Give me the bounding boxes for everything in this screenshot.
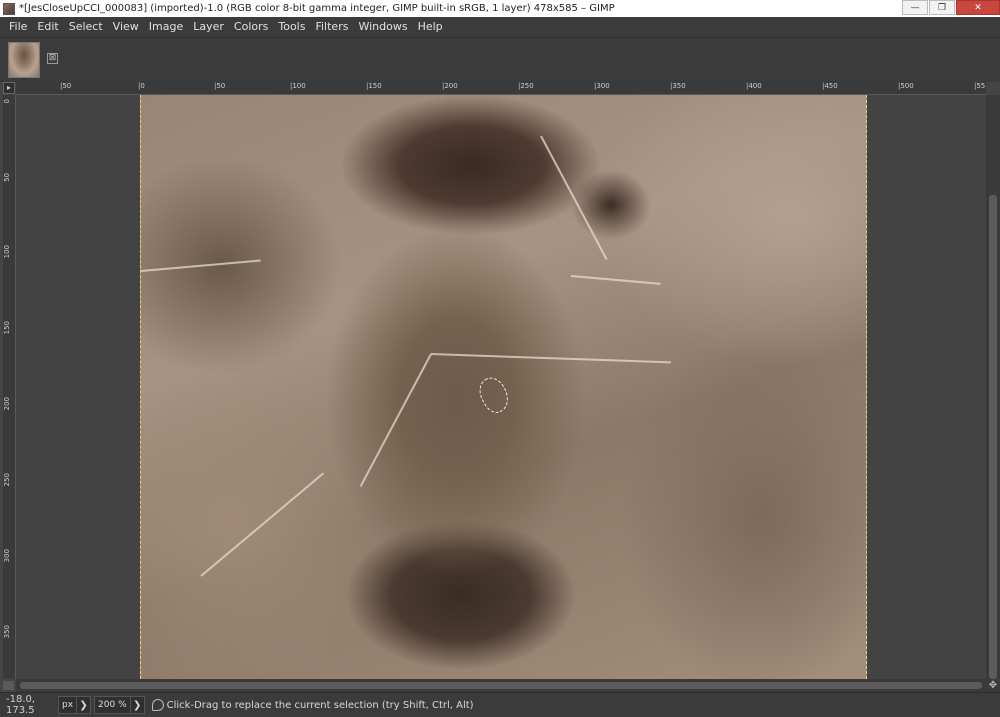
ruler-label: 50: [3, 173, 11, 182]
menu-colors[interactable]: Colors: [229, 18, 273, 36]
menu-tools[interactable]: Tools: [273, 18, 310, 36]
menu-windows[interactable]: Windows: [353, 18, 412, 36]
status-bar: -18.0, 173.5 px ❯ 200 % ❯ Click-Drag to …: [0, 692, 1000, 717]
title-bar: *[JesCloseUpCCI_000083] (imported)-1.0 (…: [0, 0, 1000, 17]
vertical-scrollbar[interactable]: [986, 95, 1000, 679]
quick-mask-toggle[interactable]: ▸: [3, 82, 15, 94]
ruler-label: |400: [746, 82, 762, 90]
menu-bar: File Edit Select View Image Layer Colors…: [0, 17, 1000, 37]
ruler-label: |450: [822, 82, 838, 90]
marching-ants-selection[interactable]: [473, 372, 515, 418]
unit-value: px: [62, 700, 74, 710]
ruler-label: |150: [366, 82, 382, 90]
ruler-label: |250: [518, 82, 534, 90]
gimp-app-icon: [3, 2, 15, 15]
chevron-down-icon[interactable]: ❯: [129, 697, 144, 713]
ruler-label: 150: [3, 321, 11, 335]
ruler-label: |50: [214, 82, 226, 90]
close-window-button[interactable]: ✕: [956, 0, 1000, 15]
navigate-icon[interactable]: ✥: [986, 679, 1000, 692]
vertical-scroll-thumb[interactable]: [989, 195, 997, 679]
menu-filters[interactable]: Filters: [310, 18, 353, 36]
vertical-ruler[interactable]: 0 50 100 150 200 250 300 350: [3, 95, 16, 679]
lasso-icon: [151, 699, 164, 711]
horizontal-ruler[interactable]: |50 |0 |50 |100 |150 |200 |250 |300 |350…: [16, 82, 986, 95]
photo-crack: [540, 135, 608, 261]
zoom-selector[interactable]: 200 % ❯: [94, 696, 145, 714]
photo-crack: [430, 353, 671, 364]
ruler-label: 350: [3, 625, 11, 639]
photo-crack: [200, 472, 325, 577]
zoom-image-toggle[interactable]: [3, 681, 14, 690]
ruler-label: 300: [3, 549, 11, 563]
ruler-label: |300: [594, 82, 610, 90]
maximize-button[interactable]: ❐: [929, 0, 955, 15]
menu-help[interactable]: Help: [413, 18, 448, 36]
minimize-button[interactable]: —: [902, 0, 928, 15]
window-title: *[JesCloseUpCCI_000083] (imported)-1.0 (…: [19, 3, 615, 14]
ruler-label: 0: [3, 99, 11, 104]
zoom-value: 200 %: [98, 700, 127, 710]
ruler-label: |350: [670, 82, 686, 90]
menu-file[interactable]: File: [4, 18, 32, 36]
canvas-area[interactable]: [16, 95, 986, 679]
ruler-label: |50: [60, 82, 72, 90]
menu-layer[interactable]: Layer: [188, 18, 229, 36]
ruler-label: 200: [3, 397, 11, 411]
photo-crack: [141, 259, 261, 272]
photo-crack: [570, 275, 661, 285]
menu-image[interactable]: Image: [144, 18, 188, 36]
menu-view[interactable]: View: [108, 18, 144, 36]
chevron-down-icon[interactable]: ❯: [76, 697, 90, 713]
status-message: Click-Drag to replace the current select…: [166, 699, 474, 711]
unit-selector[interactable]: px ❯: [58, 696, 92, 714]
ruler-label: |500: [898, 82, 914, 90]
image-tab-strip: ⊠: [0, 37, 1000, 82]
ruler-label: |0: [138, 82, 145, 90]
pointer-coordinates: -18.0, 173.5: [6, 694, 36, 716]
close-tab-icon[interactable]: ⊠: [47, 53, 58, 64]
menu-select[interactable]: Select: [64, 18, 108, 36]
image-tab-thumbnail[interactable]: [8, 42, 40, 78]
window-controls: — ❐ ✕: [901, 0, 1000, 17]
photo-crack: [359, 353, 432, 487]
ruler-label: 250: [3, 473, 11, 487]
ruler-label: |55: [974, 82, 986, 90]
photo-canvas[interactable]: [140, 95, 867, 679]
horizontal-scrollbar[interactable]: [16, 679, 986, 692]
menu-edit[interactable]: Edit: [32, 18, 63, 36]
ruler-label: 100: [3, 245, 11, 259]
ruler-label: |100: [290, 82, 306, 90]
ruler-label: |200: [442, 82, 458, 90]
horizontal-scroll-thumb[interactable]: [20, 682, 982, 689]
